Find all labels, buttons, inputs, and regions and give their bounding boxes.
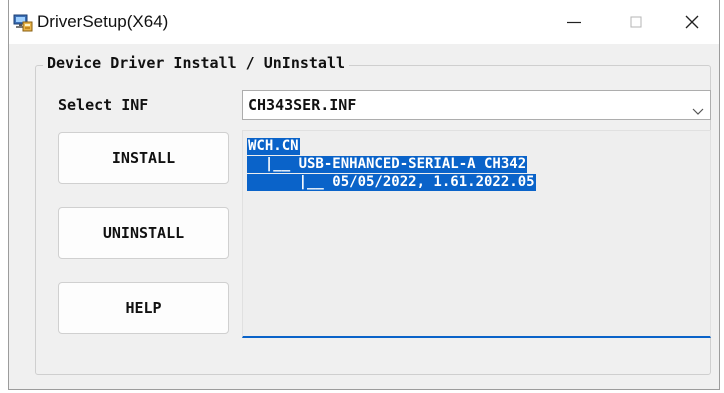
tree-item-version[interactable]: |__ 05/05/2022, 1.61.2022.05	[247, 174, 536, 191]
tree-item-vendor[interactable]: WCH.CN	[247, 138, 300, 155]
maximize-button[interactable]	[613, 0, 659, 44]
minimize-button[interactable]	[551, 0, 597, 44]
inf-selected-value: CH343SER.INF	[248, 96, 357, 114]
groupbox-title: Device Driver Install / UnInstall	[43, 54, 350, 72]
inf-select-combobox[interactable]: CH343SER.INF	[242, 90, 711, 120]
maximize-icon	[630, 16, 642, 28]
tree-item-device[interactable]: |__ USB-ENHANCED-SERIAL-A CH342	[247, 156, 528, 173]
driver-setup-window: DriverSetup(X64) Device Driver Install /…	[8, 0, 720, 390]
help-button[interactable]: HELP	[58, 282, 229, 334]
title-bar[interactable]: DriverSetup(X64)	[9, 0, 719, 44]
minimize-icon	[567, 21, 581, 24]
uninstall-button[interactable]: UNINSTALL	[58, 207, 229, 259]
driver-setup-app-icon	[13, 13, 33, 33]
chevron-down-icon[interactable]	[692, 101, 704, 120]
install-button[interactable]: INSTALL	[58, 132, 229, 184]
select-inf-label: Select INF	[58, 96, 149, 114]
close-icon	[685, 15, 699, 29]
driver-info-tree[interactable]: WCH.CN |__ USB-ENHANCED-SERIAL-A CH342 |…	[242, 130, 711, 338]
close-button[interactable]	[669, 0, 715, 44]
window-title: DriverSetup(X64)	[37, 12, 169, 31]
